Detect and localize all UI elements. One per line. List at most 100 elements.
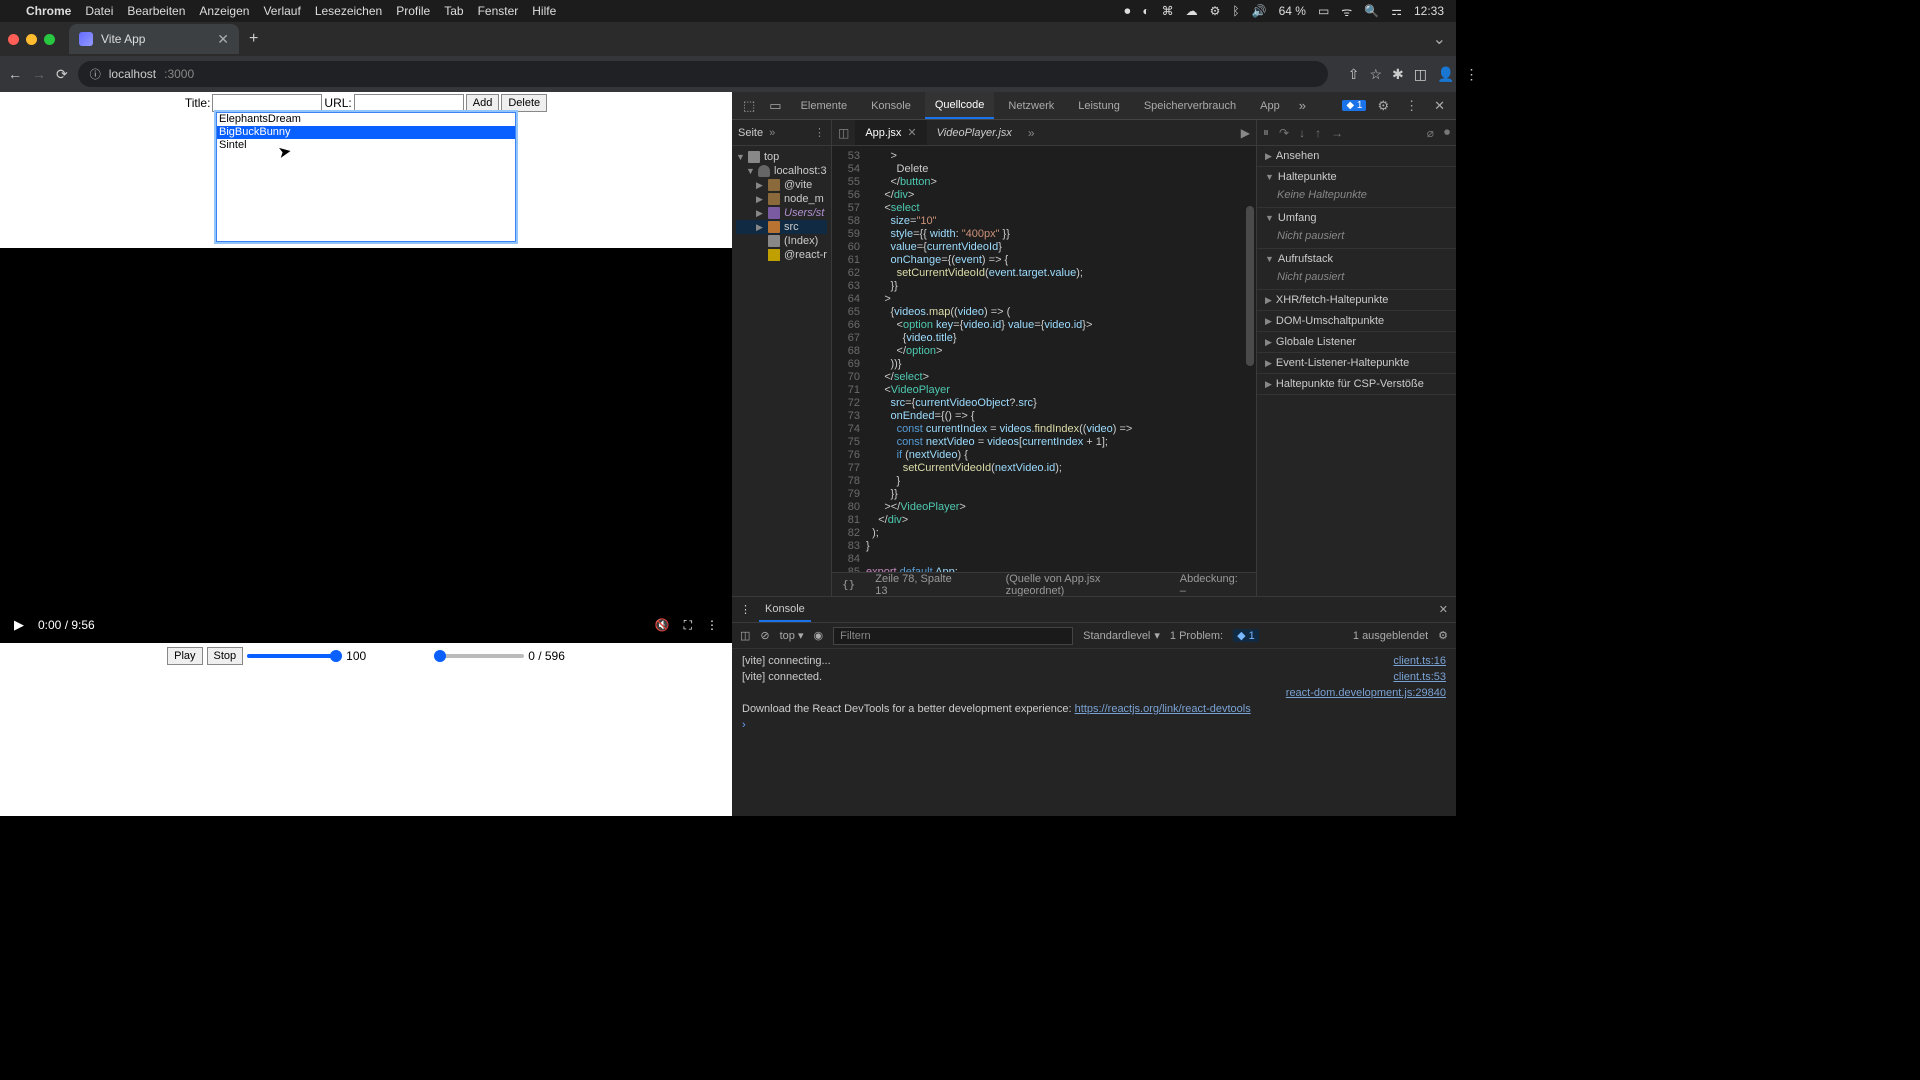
share-icon[interactable]: ⇧ [1348, 66, 1360, 83]
deactivate-breakpoints-icon[interactable]: ⌀ [1427, 126, 1434, 140]
close-window-button[interactable] [8, 34, 19, 45]
issues-badge[interactable]: ◆ 1 [1342, 100, 1366, 111]
page-tab[interactable]: Seite [738, 127, 763, 139]
menu-lesezeichen[interactable]: Lesezeichen [315, 4, 382, 18]
back-button[interactable]: ← [8, 66, 22, 82]
maximize-window-button[interactable] [44, 34, 55, 45]
control-center-icon[interactable]: ⚎ [1391, 4, 1402, 18]
problems-badge[interactable]: ◆ 1 [1233, 629, 1259, 642]
reload-button[interactable]: ⟳ [56, 66, 68, 83]
video-player[interactable]: ▶ 0:00 / 9:56 🔇 ⛶ ⋮ [0, 248, 732, 643]
pause-icon[interactable]: ⏸ [1263, 125, 1269, 140]
profile-icon[interactable]: 👤 [1437, 66, 1454, 83]
chrome-menu-icon[interactable]: ⋮ [1464, 66, 1478, 83]
site-info-icon[interactable]: ⓘ [90, 66, 101, 82]
devtools-menu-icon[interactable]: ⋮ [1400, 98, 1423, 114]
menubar-status-icon[interactable]: ◐ [1142, 4, 1149, 18]
format-icon[interactable]: {} [842, 578, 855, 591]
xhr-section[interactable]: XHR/fetch-Haltepunkte [1276, 294, 1389, 306]
address-bar[interactable]: ⓘ localhost:3000 [78, 61, 1328, 87]
tab-quellcode[interactable]: Quellcode [925, 92, 995, 119]
menubar-clock[interactable]: 12:33 [1414, 4, 1444, 18]
sidepanel-icon[interactable]: ◫ [1414, 66, 1427, 83]
log-level-select[interactable]: Standardlevel ▾ [1083, 629, 1160, 642]
editor-tab-videoplayer[interactable]: VideoPlayer.jsx [927, 120, 1022, 145]
step-over-icon[interactable]: ↷ [1279, 126, 1289, 140]
close-tab-icon[interactable]: ✕ [907, 126, 916, 139]
minimize-window-button[interactable] [26, 34, 37, 45]
problems-label[interactable]: 1 Problem: [1170, 630, 1223, 642]
new-tab-button[interactable]: + [249, 30, 258, 48]
title-input[interactable] [212, 94, 322, 112]
global-listener-section[interactable]: Globale Listener [1276, 336, 1356, 348]
event-listener-section[interactable]: Event-Listener-Haltepunkte [1276, 357, 1409, 369]
menu-fenster[interactable]: Fenster [478, 4, 519, 18]
step-out-icon[interactable]: ↑ [1315, 126, 1321, 140]
menu-profile[interactable]: Profile [396, 4, 430, 18]
code-editor[interactable]: 5354555657585960616263646566676869707172… [832, 146, 1256, 572]
console-sidebar-icon[interactable]: ◫ [740, 629, 750, 642]
clear-console-icon[interactable]: ⊘ [760, 629, 769, 642]
tab-overflow-icon[interactable]: ⌄ [1423, 29, 1456, 49]
close-tab-icon[interactable]: ✕ [217, 31, 229, 48]
settings-icon[interactable]: ⚙ [1372, 98, 1394, 114]
bookmark-icon[interactable]: ☆ [1369, 66, 1382, 83]
nav-menu-icon[interactable]: ⋮ [814, 126, 825, 139]
volume-slider[interactable] [247, 654, 342, 658]
play-icon[interactable]: ▶ [14, 617, 24, 633]
menubar-app-name[interactable]: Chrome [26, 4, 71, 18]
more-editor-tabs-icon[interactable]: » [1022, 126, 1041, 140]
breakpoints-section[interactable]: Haltepunkte [1278, 171, 1337, 183]
device-toggle-icon[interactable]: ▭ [764, 98, 786, 114]
menubar-status-icon[interactable]: ⌘ [1162, 4, 1174, 18]
editor-scrollbar[interactable] [1246, 206, 1254, 366]
close-devtools-icon[interactable]: ✕ [1429, 98, 1450, 114]
menu-tab[interactable]: Tab [444, 4, 463, 18]
editor-tab-app[interactable]: App.jsx✕ [855, 120, 926, 145]
mute-icon[interactable]: 🔇 [655, 618, 670, 632]
menubar-status-icon[interactable]: ⚙ [1210, 4, 1221, 18]
tab-app[interactable]: App [1250, 92, 1290, 119]
delete-button[interactable]: Delete [501, 94, 547, 112]
more-tabs-icon[interactable]: » [1294, 98, 1311, 113]
play-button[interactable]: Play [167, 647, 202, 665]
url-input[interactable] [354, 94, 464, 112]
menu-bearbeiten[interactable]: Bearbeiten [127, 4, 185, 18]
bluetooth-icon[interactable]: ᛒ [1232, 4, 1239, 18]
console-settings-icon[interactable]: ⚙ [1438, 629, 1448, 642]
editor-nav-icon[interactable]: ◫ [832, 126, 855, 140]
video-select[interactable]: ElephantsDreamBigBuckBunnySintel [216, 112, 516, 242]
csp-section[interactable]: Haltepunkte für CSP-Verstöße [1276, 378, 1424, 390]
pause-exceptions-icon[interactable]: ⏺ [1444, 125, 1450, 140]
search-icon[interactable]: 🔍 [1364, 4, 1379, 18]
select-option[interactable]: ElephantsDream [217, 113, 515, 126]
console-output[interactable]: [vite] connecting...client.ts:16 [vite] … [732, 649, 1456, 816]
stop-button[interactable]: Stop [207, 647, 244, 665]
callstack-section[interactable]: Aufrufstack [1278, 253, 1333, 265]
menubar-status-icon[interactable]: ☁ [1186, 4, 1198, 18]
select-option[interactable]: BigBuckBunny [217, 126, 515, 139]
tab-speicher[interactable]: Speicherverbrauch [1134, 92, 1246, 119]
tab-elemente[interactable]: Elemente [791, 92, 857, 119]
watch-section[interactable]: Ansehen [1276, 150, 1319, 162]
seek-slider[interactable] [434, 654, 524, 658]
menu-verlauf[interactable]: Verlauf [263, 4, 300, 18]
add-button[interactable]: Add [466, 94, 500, 112]
console-tab[interactable]: Konsole [759, 597, 811, 622]
console-context[interactable]: top ▾ [780, 629, 804, 642]
scope-section[interactable]: Umfang [1278, 212, 1317, 224]
fullscreen-icon[interactable]: ⛶ [684, 618, 692, 633]
step-into-icon[interactable]: ↓ [1299, 126, 1305, 140]
battery-icon[interactable]: ▭ [1318, 4, 1329, 18]
video-menu-icon[interactable]: ⋮ [706, 618, 718, 632]
inspect-icon[interactable]: ⬚ [738, 98, 760, 114]
close-drawer-icon[interactable]: ✕ [1439, 603, 1448, 616]
step-icon[interactable]: → [1331, 126, 1343, 140]
menu-anzeigen[interactable]: Anzeigen [199, 4, 249, 18]
tab-netzwerk[interactable]: Netzwerk [998, 92, 1064, 119]
dom-section[interactable]: DOM-Umschaltpunkte [1276, 315, 1384, 327]
select-option[interactable]: Sintel [217, 139, 515, 152]
console-filter-input[interactable]: Filtern [833, 627, 1073, 645]
tab-konsole[interactable]: Konsole [861, 92, 921, 119]
wifi-icon[interactable]: ᯤ [1341, 3, 1352, 20]
